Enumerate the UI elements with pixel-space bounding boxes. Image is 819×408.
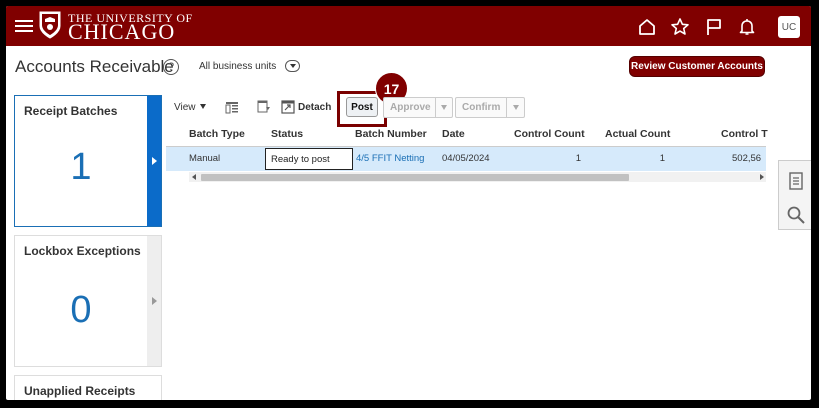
cell-batch-number-link[interactable]: 4/5 FFIT Netting [356, 153, 424, 164]
horizontal-scrollbar[interactable] [189, 172, 766, 182]
business-unit-dropdown[interactable] [285, 60, 300, 72]
confirm-dropdown-chevron-icon[interactable] [507, 98, 524, 117]
cell-batch-type: Manual [189, 153, 221, 164]
post-button[interactable]: Post [346, 97, 378, 117]
document-list-icon[interactable] [786, 171, 806, 191]
table-header: Batch Type Status Batch Number Date Cont… [166, 123, 768, 147]
cell-status[interactable]: Ready to post [265, 148, 353, 170]
cell-control-total: 502,56 [732, 153, 762, 164]
col-batch-type[interactable]: Batch Type [189, 128, 245, 140]
favorites-star-icon[interactable] [670, 17, 690, 37]
home-icon[interactable] [637, 17, 657, 37]
tile-expand-chevron-icon[interactable] [147, 236, 161, 366]
scroll-left-arrow-icon[interactable] [192, 174, 196, 180]
confirm-split-button[interactable]: Confirm [455, 97, 525, 118]
tile-lockbox-exceptions[interactable]: Lockbox Exceptions 0 [14, 235, 162, 367]
col-date[interactable]: Date [442, 128, 465, 140]
help-icon[interactable]: ? [163, 59, 179, 75]
user-avatar[interactable]: UC [778, 16, 800, 38]
wrap-columns-icon[interactable] [257, 100, 271, 114]
view-menu[interactable]: View [174, 102, 206, 113]
search-icon[interactable] [786, 205, 806, 225]
tile-unapplied-receipts[interactable]: Unapplied Receipts [14, 375, 162, 400]
col-control-count[interactable]: Control Count [514, 128, 585, 140]
approve-split-button[interactable]: Approve [383, 97, 453, 118]
tile-count: 1 [70, 146, 92, 188]
confirm-button-label[interactable]: Confirm [456, 98, 508, 117]
review-customer-accounts-button[interactable]: Review Customer Accounts [629, 56, 765, 77]
col-actual-count[interactable]: Actual Count [605, 128, 670, 140]
freeze-columns-icon[interactable] [225, 100, 239, 114]
university-shield-icon [39, 11, 61, 39]
table-row[interactable]: Manual Ready to post 4/5 FFIT Netting 04… [166, 147, 766, 171]
detach-icon[interactable] [281, 100, 295, 114]
university-name-main: CHICAGO [68, 19, 176, 44]
approve-dropdown-chevron-icon[interactable] [436, 98, 452, 117]
tile-title: Lockbox Exceptions [24, 244, 141, 258]
menu-icon[interactable] [15, 17, 33, 35]
cell-date: 04/05/2024 [442, 153, 490, 164]
col-control-total[interactable]: Control T [721, 128, 768, 140]
detach-button[interactable]: Detach [298, 102, 331, 113]
approve-button-label[interactable]: Approve [384, 98, 436, 117]
cell-control-count: 1 [575, 153, 581, 164]
business-unit-label: All business units [199, 61, 277, 72]
side-panel [778, 160, 811, 230]
scrollbar-thumb[interactable] [201, 174, 629, 181]
col-batch-number[interactable]: Batch Number [355, 128, 427, 140]
top-bar: THE UNIVERSITY OF CHICAGO UC [6, 6, 811, 46]
tile-expand-chevron-icon[interactable] [147, 96, 161, 226]
tile-title: Unapplied Receipts [24, 384, 136, 398]
tile-receipt-batches[interactable]: Receipt Batches 1 [14, 95, 162, 227]
flag-icon[interactable] [704, 17, 724, 37]
notifications-bell-icon[interactable] [737, 17, 757, 37]
app-window: THE UNIVERSITY OF CHICAGO UC Accounts Re… [6, 6, 811, 400]
tile-count: 0 [70, 289, 92, 331]
cell-actual-count: 1 [659, 153, 665, 164]
page-title: Accounts Receivable [15, 57, 174, 76]
col-status[interactable]: Status [271, 128, 303, 140]
scroll-right-arrow-icon[interactable] [760, 174, 764, 180]
tile-title: Receipt Batches [24, 104, 118, 118]
